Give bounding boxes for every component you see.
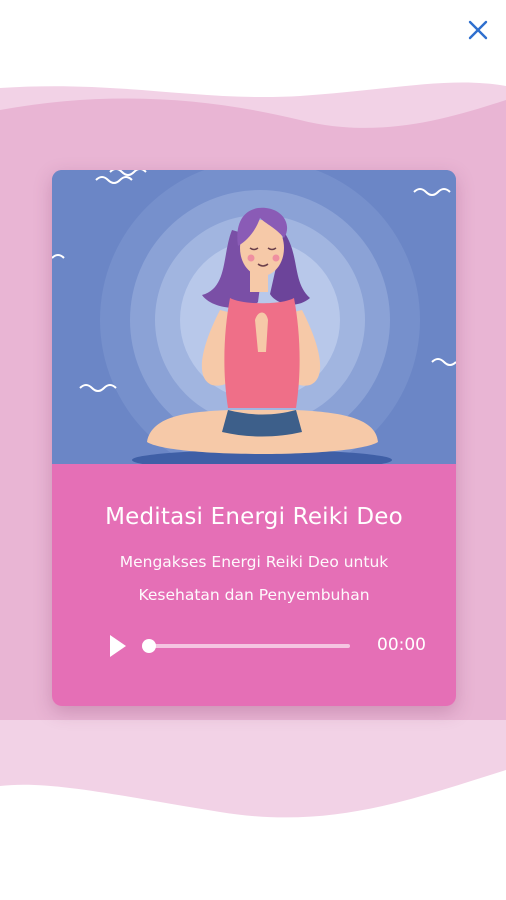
- meditation-illustration: [52, 170, 456, 464]
- audio-player: 00:00: [108, 632, 428, 660]
- play-button[interactable]: [108, 633, 128, 659]
- card-subtitle: Mengakses Energi Reiki Deo untuk Kesehat…: [119, 553, 389, 604]
- progress-thumb[interactable]: [142, 639, 156, 653]
- card-title: Meditasi Energi Reiki Deo: [105, 504, 403, 530]
- card-body: Meditasi Energi Reiki Deo Mengakses Ener…: [52, 464, 456, 706]
- meditation-card: Meditasi Energi Reiki Deo Mengakses Ener…: [52, 170, 456, 706]
- time-display: 00:00: [377, 635, 426, 655]
- play-icon[interactable]: [108, 633, 128, 659]
- progress-slider[interactable]: [142, 639, 350, 653]
